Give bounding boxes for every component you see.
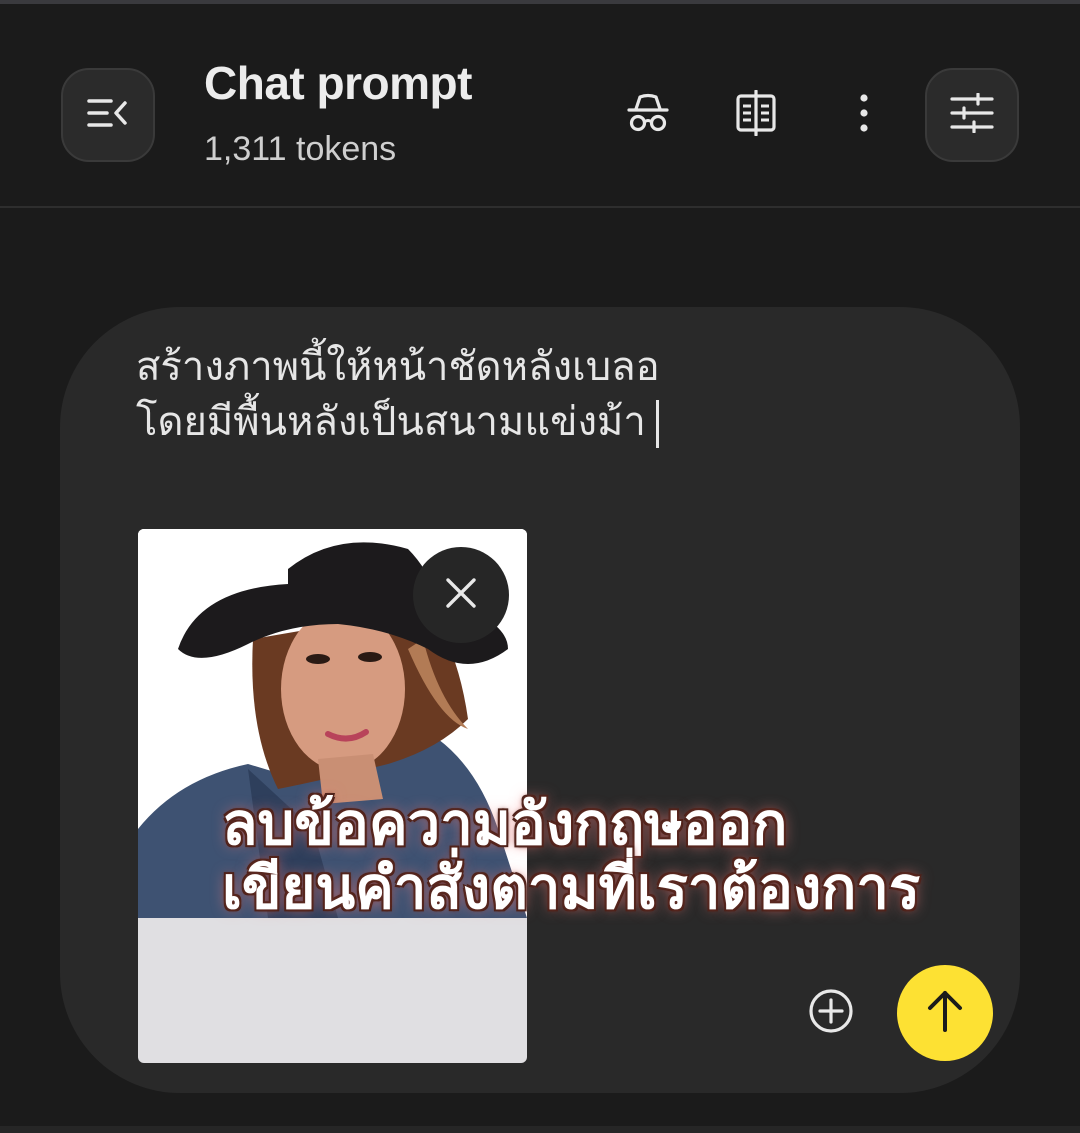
add-content-button[interactable] [806, 988, 856, 1038]
token-count: 1,311 tokens [204, 130, 397, 168]
text-caret [655, 400, 659, 448]
header-bar [0, 4, 1080, 206]
tune-icon [950, 92, 994, 137]
prompt-line: โดยมีพื้นหลังเป็นสนามแข่งม้า [136, 395, 896, 450]
prompt-textarea[interactable]: สร้างภาพนี้ให้หน้าชัดหลังเบลอ โดยมีพื้นห… [136, 340, 896, 450]
close-icon [445, 577, 477, 613]
run-settings-button[interactable] [925, 68, 1019, 162]
remove-attachment-button[interactable] [413, 547, 509, 643]
more-options-button[interactable] [834, 85, 894, 145]
compare-button[interactable] [726, 85, 786, 145]
add-circle-icon [808, 988, 854, 1038]
prompt-line-text: โดยมีพื้นหลังเป็นสนามแข่งม้า [136, 399, 646, 445]
header-divider [0, 206, 1080, 208]
page-title: Chat prompt [204, 57, 472, 109]
compare-icon [735, 89, 777, 140]
prompt-line: สร้างภาพนี้ให้หน้าชัดหลังเบลอ [136, 344, 660, 390]
overlay-line: เขียนคำสั่งตามที่เราต้องการ [222, 854, 921, 922]
arrow-up-icon [925, 989, 965, 1037]
menu-collapse-button[interactable] [61, 68, 155, 162]
incognito-icon [626, 93, 670, 137]
send-button[interactable] [897, 965, 993, 1061]
incognito-button[interactable] [618, 85, 678, 145]
more-vertical-icon [858, 93, 870, 137]
overlay-line: ลบข้อความอังกฤษออก [222, 790, 788, 858]
overlay-annotation: ลบข้อความอังกฤษออก เขียนคำสั่งตามที่เราต… [222, 792, 920, 920]
window-bottom-border [0, 1126, 1080, 1133]
menu-collapse-icon [87, 97, 129, 133]
